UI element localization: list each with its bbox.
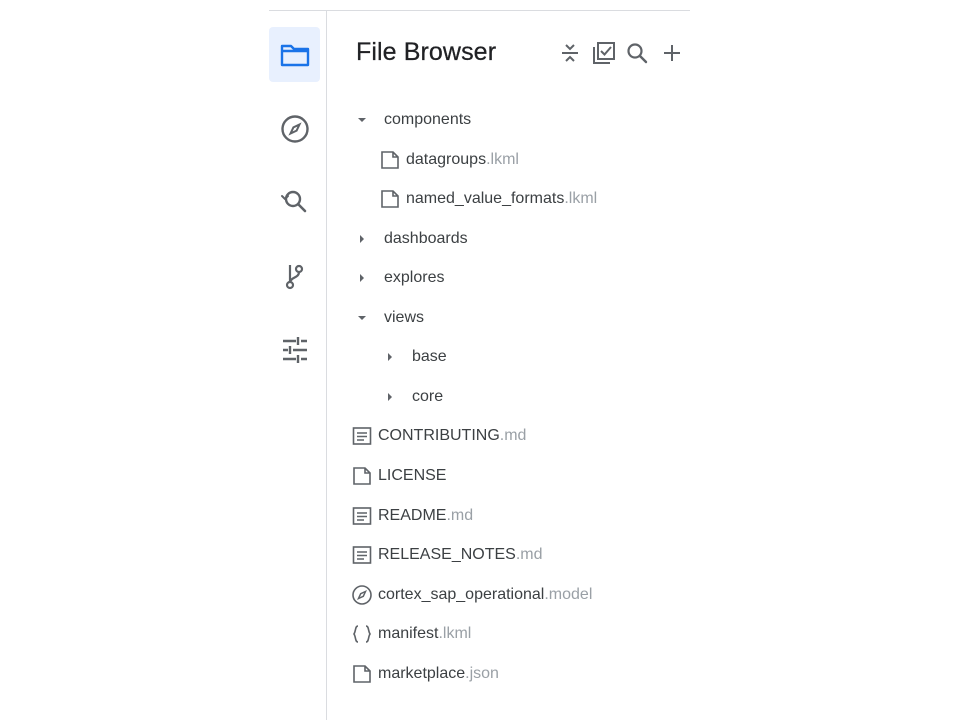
tree-folder-row[interactable]: base — [378, 342, 718, 372]
tree-item-name: CONTRIBUTING — [378, 427, 500, 444]
search-icon — [626, 42, 648, 69]
caret-right-icon[interactable] — [378, 385, 402, 409]
add-file-button[interactable] — [659, 42, 685, 68]
add-icon — [662, 43, 682, 68]
file-icon — [378, 187, 402, 211]
explore-compass-icon — [280, 114, 310, 144]
tree-item-name: README — [378, 507, 447, 524]
tree-item-name: components — [384, 111, 472, 128]
tree-item-ext: .lkml — [564, 190, 598, 207]
tree-file-row[interactable]: README .md — [350, 501, 690, 531]
nav-rail — [269, 11, 327, 720]
tree-item-name: explores — [384, 269, 445, 286]
tree-item-ext: .md — [446, 507, 474, 524]
panel-title: File Browser — [356, 38, 497, 66]
top-divider — [269, 10, 690, 11]
tree-folder-row[interactable]: dashboards — [350, 224, 690, 254]
caret-down-icon[interactable] — [350, 306, 374, 330]
tree-folder-row[interactable]: components — [350, 105, 690, 135]
tree-item-ext: .md — [499, 427, 527, 444]
tree-folder-row[interactable]: core — [378, 382, 718, 412]
tree-item-ext: .lkml — [486, 151, 519, 168]
tree-item-name: base — [412, 348, 447, 365]
tree-file-row[interactable]: datagroups .lkml — [378, 145, 718, 175]
document-icon — [350, 424, 374, 448]
document-icon — [350, 543, 374, 567]
caret-right-icon[interactable] — [378, 345, 402, 369]
tree-file-row[interactable]: RELEASE_NOTES .md — [350, 540, 690, 570]
search-history-icon — [280, 187, 310, 217]
tree-file-row[interactable]: manifest .lkml — [350, 619, 690, 649]
tree-item-name: marketplace — [378, 665, 466, 682]
caret-right-icon[interactable] — [350, 227, 374, 251]
tree-item-name: cortex_sap_operational — [378, 586, 545, 603]
git-branch-icon — [282, 261, 308, 291]
model-compass-icon — [350, 583, 374, 607]
collapse-all-button[interactable] — [557, 42, 583, 68]
search-files-button[interactable] — [624, 42, 650, 68]
tree-file-row[interactable]: LICENSE — [350, 461, 690, 491]
file-icon — [378, 148, 402, 172]
tree-item-name: LICENSE — [378, 467, 447, 484]
select-checkbox-icon — [592, 41, 616, 70]
tree-item-ext: .md — [515, 546, 543, 563]
tree-file-row[interactable]: cortex_sap_operational .model — [350, 580, 690, 610]
file-icon — [350, 662, 374, 686]
tree-item-ext: .model — [544, 586, 593, 603]
tree-item-name: RELEASE_NOTES — [378, 546, 516, 563]
tree-item-ext: .lkml — [438, 625, 472, 642]
rail-settings-button[interactable] — [269, 322, 320, 377]
tree-item-name: named_value_formats — [406, 190, 565, 207]
tree-item-name: core — [412, 388, 444, 405]
document-icon — [350, 504, 374, 528]
file-icon — [350, 464, 374, 488]
caret-right-icon[interactable] — [350, 266, 374, 290]
rail-search-history-button[interactable] — [269, 174, 320, 229]
tree-folder-row[interactable]: views — [350, 303, 690, 333]
rail-file-browser-button[interactable] — [269, 27, 320, 82]
tree-item-name: manifest — [378, 625, 439, 642]
rail-explore-button[interactable] — [269, 101, 320, 156]
collapse-all-icon — [559, 42, 581, 69]
tree-file-row[interactable]: named_value_formats .lkml — [378, 184, 718, 214]
folder-icon — [280, 42, 310, 68]
settings-sliders-icon — [280, 335, 310, 365]
rail-git-button[interactable] — [269, 248, 320, 303]
select-mode-button[interactable] — [591, 41, 617, 70]
tree-item-ext: .json — [465, 665, 499, 682]
tree-file-row[interactable]: marketplace .json — [350, 659, 690, 689]
braces-icon — [350, 622, 374, 646]
tree-item-name: datagroups — [406, 151, 487, 168]
tree-folder-row[interactable]: explores — [350, 263, 690, 293]
tree-item-name: views — [384, 309, 425, 326]
tree-item-name: dashboards — [384, 230, 468, 247]
caret-down-icon[interactable] — [350, 108, 374, 132]
tree-file-row[interactable]: CONTRIBUTING .md — [350, 421, 690, 451]
